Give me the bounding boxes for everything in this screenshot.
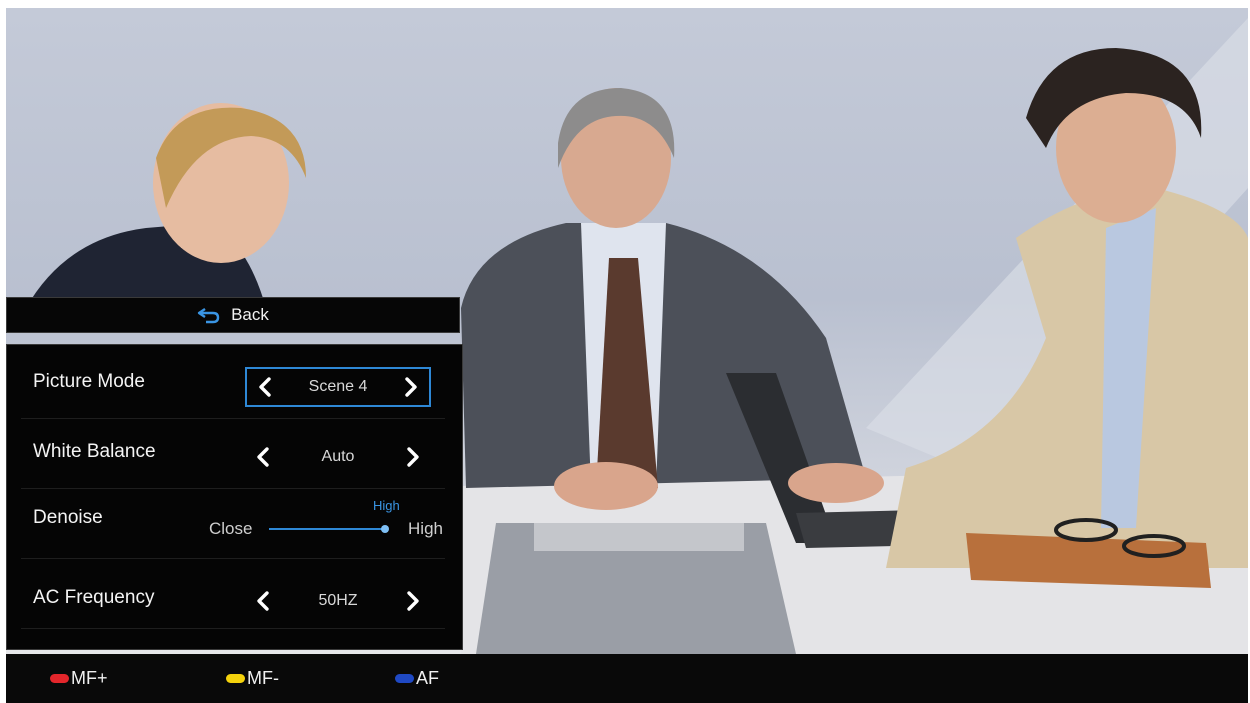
picture-mode-label: Picture Mode	[33, 371, 145, 392]
blue-key-icon	[395, 674, 414, 683]
settings-menu-panel: Picture Mode Scene 4 White Balance Auto …	[6, 344, 463, 650]
key-mf-plus-label: MF+	[71, 668, 108, 688]
back-label: Back	[231, 305, 269, 324]
picture-mode-selector[interactable]: Scene 4	[245, 367, 431, 407]
slider-track[interactable]	[269, 528, 385, 530]
key-mf-minus-label: MF-	[247, 668, 279, 688]
slider-max-label: High	[408, 519, 443, 538]
white-balance-value: Auto	[321, 448, 355, 465]
ac-frequency-selector[interactable]: 50HZ	[245, 581, 431, 621]
white-balance-selector[interactable]: Auto	[245, 437, 431, 477]
slider-current-value: High	[373, 498, 400, 513]
chevron-left-icon[interactable]	[255, 446, 271, 468]
white-balance-label: White Balance	[33, 441, 156, 462]
key-af-label: AF	[416, 668, 440, 688]
chevron-right-icon[interactable]	[403, 376, 419, 398]
slider-min-label: Close	[209, 519, 253, 538]
key-mf-plus[interactable]: MF+	[50, 668, 108, 689]
chevron-right-icon[interactable]	[405, 446, 421, 468]
key-mf-minus[interactable]: MF-	[226, 668, 279, 689]
chevron-left-icon[interactable]	[255, 590, 271, 612]
key-af[interactable]: AF	[395, 668, 439, 689]
color-key-bar: MF+ MF- AF	[6, 654, 1248, 703]
menu-row-ac-frequency[interactable]: AC Frequency 50HZ	[21, 559, 445, 629]
ac-frequency-label: AC Frequency	[33, 587, 155, 608]
denoise-label: Denoise	[33, 507, 103, 528]
menu-row-white-balance[interactable]: White Balance Auto	[21, 419, 445, 489]
picture-mode-value: Scene 4	[308, 378, 368, 395]
denoise-slider[interactable]: Close High High	[209, 489, 449, 559]
back-button[interactable]: Back	[6, 297, 460, 333]
red-key-icon	[50, 674, 69, 683]
slider-handle[interactable]	[381, 525, 389, 533]
yellow-key-icon	[226, 674, 245, 683]
menu-row-picture-mode[interactable]: Picture Mode Scene 4	[21, 349, 445, 419]
back-arrow-icon	[197, 308, 220, 324]
ac-frequency-value: 50HZ	[318, 592, 358, 609]
chevron-left-icon[interactable]	[257, 376, 273, 398]
chevron-right-icon[interactable]	[405, 590, 421, 612]
menu-row-denoise[interactable]: Denoise Close High High	[21, 489, 445, 559]
